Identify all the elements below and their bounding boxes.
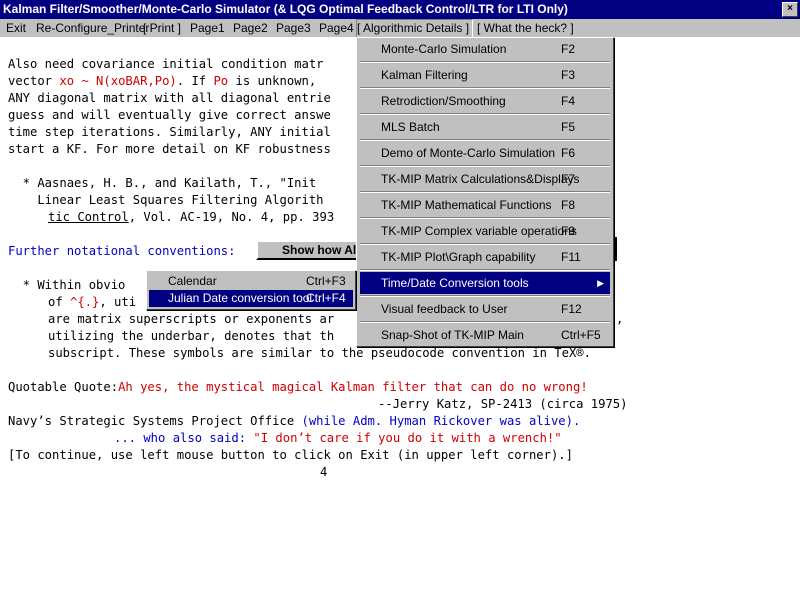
menu-item-monte-carlo-simulation[interactable]: Monte-Carlo Simulation F2 — [360, 38, 610, 60]
menu-page1[interactable]: Page1 — [190, 19, 225, 37]
menu-separator — [360, 321, 610, 323]
submenu-arrow-icon: ▶ — [597, 278, 604, 288]
time-date-submenu: Calendar Ctrl+F3 Julian Date conversion t… — [146, 270, 356, 310]
page-number: 4 — [320, 465, 328, 479]
submenu-item-julian-date[interactable]: Julian Date conversion tool Ctrl+F4 — [149, 290, 353, 307]
text-line: utilizing the underbar, denotes that th — [48, 329, 335, 343]
window-title: Kalman Filter/Smoother/Monte-Carlo Simul… — [3, 2, 568, 16]
menu-what-the-heck[interactable]: [ What the heck? ] — [477, 19, 574, 37]
menu-reconfigure-printer[interactable]: Re-Configure_Printer — [36, 19, 149, 37]
menu-separator — [360, 191, 610, 193]
menu-separator — [360, 217, 610, 219]
text-line: * Within obvio — [8, 278, 126, 292]
menu-item-matrix-calculations[interactable]: TK-MIP Matrix Calculations&Displays F7 — [360, 168, 610, 190]
menu-page4[interactable]: Page4 — [319, 19, 354, 37]
close-icon: × — [787, 3, 793, 14]
quote-line: Quotable Quote:Ah yes, the mystical magi… — [8, 380, 588, 394]
menu-item-mathematical-functions[interactable]: TK-MIP Mathematical Functions F8 — [360, 194, 610, 216]
algorithmic-details-menu: Monte-Carlo Simulation F2 Kalman Filterin… — [356, 37, 614, 347]
submenu-item-calendar[interactable]: Calendar Ctrl+F3 — [149, 273, 353, 290]
menu-item-plot-graph[interactable]: TK-MIP Plot\Graph capability F11 — [360, 246, 610, 268]
further-conventions-label: Further notational conventions: — [8, 244, 236, 258]
reference-line: * Aasnaes, H. B., and Kailath, T., "Init — [8, 176, 317, 190]
reference-line: Linear Least Squares Filtering Algorith — [8, 193, 324, 207]
menu-separator — [360, 269, 610, 271]
menu-item-snapshot-main[interactable]: Snap-Shot of TK-MIP Main Ctrl+F5 — [360, 324, 610, 346]
text-line: guess and will eventually give correct a… — [8, 108, 331, 122]
title-bar: Kalman Filter/Smoother/Monte-Carlo Simul… — [0, 0, 800, 19]
text-line: of ^{.}, uti — [48, 295, 137, 309]
text-line: Also need covariance initial condition m… — [8, 57, 324, 71]
window-controls: × — [782, 2, 798, 17]
menu-separator — [360, 113, 610, 115]
menu-print[interactable]: [ Print ] — [143, 19, 181, 37]
text-line: subscript. These symbols are similar to … — [48, 346, 591, 360]
menu-algorithmic-details[interactable]: [ Algorithmic Details ] — [356, 19, 473, 39]
text-line: Navy’s Strategic Systems Project Office … — [8, 414, 581, 428]
menu-item-visual-feedback[interactable]: Visual feedback to User F12 — [360, 298, 610, 320]
text-line: time step iterations. Similarly, ANY ini… — [8, 125, 331, 139]
menu-page3[interactable]: Page3 — [276, 19, 311, 37]
menu-item-retrodiction-smoothing[interactable]: Retrodiction/Smoothing F4 — [360, 90, 610, 112]
continue-instructions: [To continue, use left mouse button to c… — [8, 448, 573, 462]
menu-item-kalman-filtering[interactable]: Kalman Filtering F3 — [360, 64, 610, 86]
menu-separator — [360, 61, 610, 63]
menu-separator — [360, 243, 610, 245]
menu-item-mls-batch[interactable]: MLS Batch F5 — [360, 116, 610, 138]
menu-separator — [360, 165, 610, 167]
text-line: ... who also said: "I don’t care if you … — [114, 431, 562, 445]
reference-line: tic Control, Vol. AC-19, No. 4, pp. 393 — [48, 210, 335, 224]
menu-item-time-date-conversion[interactable]: Time/Date Conversion tools ▶ — [360, 272, 610, 294]
show-how-button[interactable]: Show how Al — [256, 240, 360, 260]
menu-item-demo-monte-carlo[interactable]: Demo of Monte-Carlo Simulation F6 — [360, 142, 610, 164]
close-button[interactable]: × — [782, 2, 798, 17]
text-line: ANY diagonal matrix with all diagonal en… — [8, 91, 331, 105]
menu-separator — [360, 295, 610, 297]
text-line: start a KF. For more detail on KF robust… — [8, 142, 331, 156]
quote-attribution: --Jerry Katz, SP-2413 (circa 1975) — [378, 397, 628, 411]
text-line: are matrix superscripts or exponents ar — [48, 312, 335, 326]
menu-item-complex-variable-operations[interactable]: TK-MIP Complex variable operations F9 — [360, 220, 610, 242]
text-line: , — [616, 312, 624, 326]
menu-exit[interactable]: Exit — [6, 19, 26, 37]
menu-bar: Exit Re-Configure_Printer [ Print ] Page… — [0, 19, 800, 39]
text-line: vector xo ~ N(xoBAR,Po). If Po is unknow… — [8, 74, 324, 88]
menu-separator — [360, 87, 610, 89]
menu-page2[interactable]: Page2 — [233, 19, 268, 37]
menu-separator — [360, 139, 610, 141]
